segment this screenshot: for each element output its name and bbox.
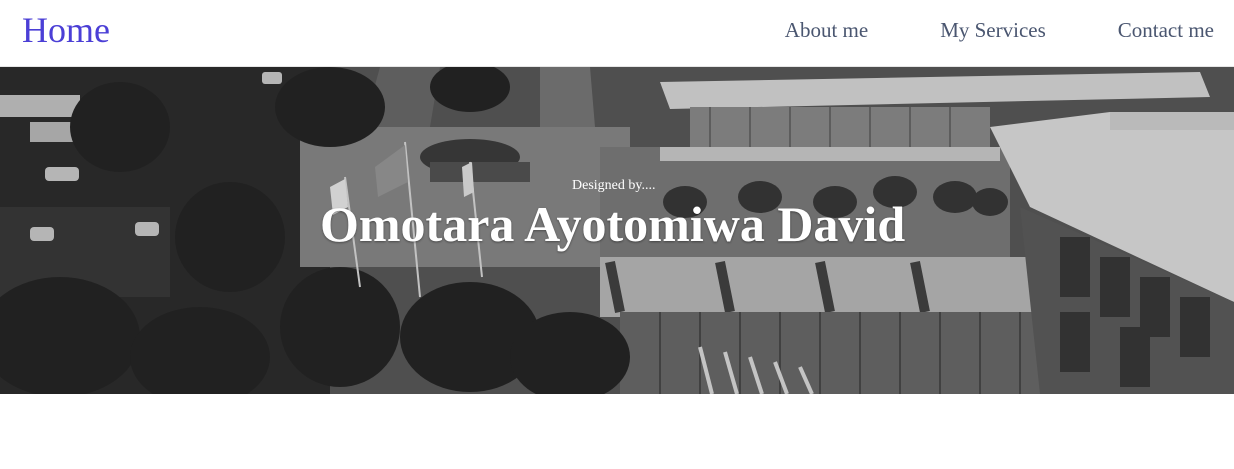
hero-banner: Designed by.... Omotara Ayotomiwa David (0, 67, 1234, 394)
nav-link-about[interactable]: About me (785, 17, 868, 43)
hero-subtitle: Designed by.... (572, 178, 656, 193)
nav-links: About me My Services Contact me (785, 17, 1214, 43)
nav-link-contact[interactable]: Contact me (1118, 17, 1214, 43)
home-link[interactable]: Home (22, 8, 110, 52)
navbar: Home About me My Services Contact me (0, 0, 1234, 67)
hero-title: Omotara Ayotomiwa David (320, 196, 906, 252)
nav-link-services[interactable]: My Services (940, 17, 1046, 43)
hero-text-overlay: Designed by.... Omotara Ayotomiwa David (0, 67, 1234, 394)
